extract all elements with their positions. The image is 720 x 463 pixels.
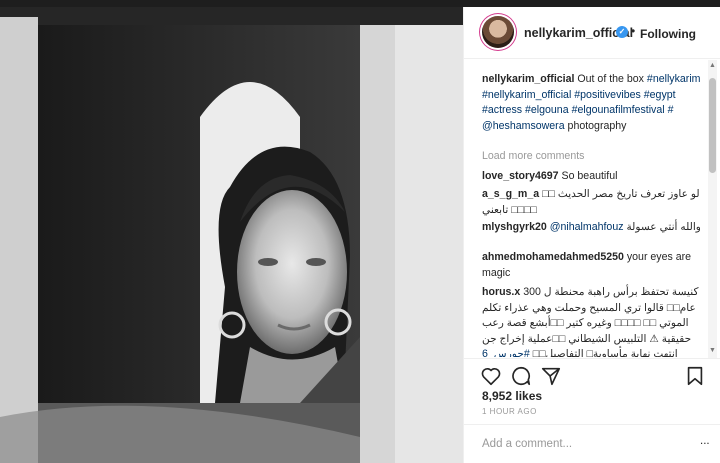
post-timestamp: 1 HOUR AGO — [482, 407, 537, 416]
mention[interactable]: @nihalmahfouz — [550, 221, 624, 233]
comments-list: nellykarim_official Out of the box #nell… — [464, 67, 712, 357]
top-bar — [0, 0, 720, 7]
bookmark-icon[interactable] — [684, 365, 706, 387]
comment-username[interactable]: a_s_g_m_a — [482, 188, 539, 200]
scroll-up-arrow[interactable]: ▲ — [709, 62, 716, 69]
caption: nellykarim_official Out of the box #nell… — [482, 72, 707, 134]
comment: ahmedmohamedahmed5250 your eyes are magi… — [482, 250, 707, 281]
hashtag[interactable]: #حورس_6 — [482, 348, 530, 357]
comment-icon[interactable] — [510, 365, 532, 387]
comment: horus.x كنيسة تحتفظ برأس راهبة محنطة ل 3… — [482, 285, 707, 357]
comment-text: So beautiful — [561, 170, 618, 182]
hashtag[interactable]: #nellykarim_official — [482, 89, 571, 101]
comment-username[interactable]: love_story4697 — [482, 170, 559, 182]
add-comment-placeholder[interactable]: Add a comment... — [482, 438, 572, 450]
avatar[interactable] — [482, 16, 514, 48]
likes-count[interactable]: 8,952 likes — [482, 389, 542, 403]
scroll-down-arrow[interactable]: ▼ — [709, 347, 716, 354]
action-bar — [464, 358, 720, 387]
following-button[interactable]: Following — [640, 27, 696, 41]
scrollbar-thumb[interactable] — [709, 78, 716, 173]
comment: love_story4697 So beautiful — [482, 169, 707, 185]
load-more-comments[interactable]: Load more comments — [482, 149, 707, 165]
comment: a_s_g_m_a لو عاوز تعرف تاريخ مصر الحديث … — [482, 187, 707, 218]
post-header: nellykarim_official ✓ • Following — [464, 7, 720, 59]
verified-icon: ✓ — [616, 26, 628, 38]
hashtag[interactable]: #nellykarim — [647, 73, 701, 85]
comment-text: والله أنتي عسولة — [626, 221, 701, 233]
hashtag[interactable]: #actress — [482, 104, 522, 116]
comment-username[interactable]: horus.x — [482, 286, 520, 298]
mention[interactable]: @heshamsowera — [482, 120, 565, 132]
hashtag[interactable]: #elgouna — [525, 104, 569, 116]
heart-icon[interactable] — [480, 365, 502, 387]
caption-text: Out of the box — [577, 73, 644, 85]
comment-username[interactable]: ahmedmohamedahmed5250 — [482, 251, 624, 263]
caption-username[interactable]: nellykarim_official — [482, 73, 574, 85]
post-sidebar: nellykarim_official ✓ • Following nellyk… — [463, 7, 720, 463]
caption-tail: photography — [567, 119, 627, 132]
comment-username[interactable]: mlyshgyrk20 — [482, 221, 547, 233]
post-photo[interactable] — [0, 7, 463, 463]
photo-image — [0, 7, 463, 463]
hashtag[interactable]: #elgounafilmfestival — [572, 104, 665, 116]
more-options[interactable]: ... — [700, 435, 710, 447]
separator-dot: • — [631, 24, 636, 38]
comment: mlyshgyrk20 @nihalmahfouz والله أنتي عسو… — [482, 220, 707, 236]
share-icon[interactable] — [540, 365, 562, 387]
add-comment-field[interactable]: Add a comment... ... — [464, 424, 720, 463]
hashtag[interactable]: #egypt — [644, 89, 676, 101]
hashtag[interactable]: #positivevibes — [574, 89, 641, 101]
hashtag[interactable]: # — [668, 104, 674, 116]
comments-scrollbar[interactable]: ▲ ▼ — [708, 60, 717, 358]
